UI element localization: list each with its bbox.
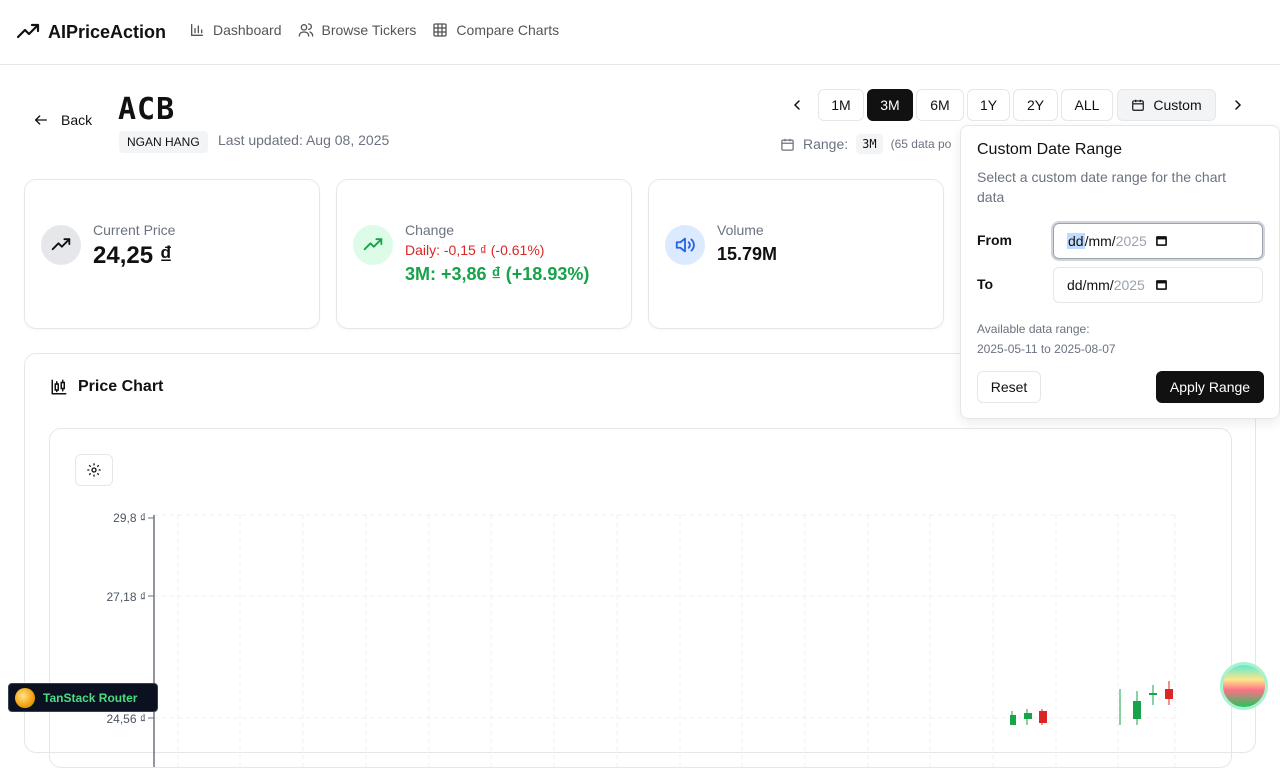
calendar-icon[interactable] xyxy=(1155,234,1168,247)
top-navbar: AIPriceAction Dashboard Browse Tickers C… xyxy=(0,0,1280,65)
candle-body xyxy=(1010,715,1016,725)
nav-browse-tickers[interactable]: Browse Tickers xyxy=(298,22,417,38)
y-tick-label: 24,56 ₫ xyxy=(106,712,146,726)
change-card: Change Daily: -0,15 ₫ (-0.61%) 3M: +3,86… xyxy=(336,179,632,329)
to-date-input[interactable]: dd/mm/2025 xyxy=(1053,267,1263,303)
period-change: 3M: +3,86 ₫ (+18.93%) xyxy=(405,264,590,284)
volume-icon xyxy=(675,237,695,253)
trending-up-icon xyxy=(16,23,40,39)
custom-date-range-popover: Custom Date Range Select a custom date r… xyxy=(960,125,1280,419)
users-icon xyxy=(298,23,313,37)
chevron-right-icon xyxy=(1235,100,1242,110)
bar-chart-icon xyxy=(191,24,203,36)
candle-body xyxy=(1133,701,1141,719)
range-info: Range: 3M (65 data po xyxy=(780,134,951,154)
brand-logo[interactable]: AIPriceAction xyxy=(16,20,166,44)
volume-label: Volume xyxy=(717,222,764,238)
range-1m-button[interactable]: 1M xyxy=(818,89,864,121)
chart-title-text: Price Chart xyxy=(78,378,164,395)
custom-label: Custom xyxy=(1153,97,1202,113)
nav-compare-charts[interactable]: Compare Charts xyxy=(432,22,559,38)
from-day-segment[interactable]: dd xyxy=(1067,233,1085,249)
trending-up-icon xyxy=(363,238,383,251)
range-prev-button[interactable] xyxy=(783,89,811,121)
range-6m-button[interactable]: 6M xyxy=(916,89,964,121)
to-year-segment[interactable]: 2025 xyxy=(1114,277,1145,293)
back-label: Back xyxy=(61,112,93,128)
trending-up-icon xyxy=(51,238,71,251)
volume-card: Volume 15.79M xyxy=(648,179,944,329)
arrow-left-icon xyxy=(35,115,47,125)
table-grid-icon xyxy=(433,23,448,37)
apply-range-button[interactable]: Apply Range xyxy=(1156,371,1264,403)
price-icon-wrap xyxy=(41,225,81,265)
chevron-left-icon xyxy=(793,100,800,110)
range-points: (65 data po xyxy=(890,137,952,151)
change-label: Change xyxy=(405,222,455,238)
volume-icon-wrap xyxy=(665,225,705,265)
y-tick-label: 29,8 ₫ xyxy=(113,511,146,525)
query-devtools-orb-icon[interactable] xyxy=(1220,662,1268,710)
price-label: Current Price xyxy=(93,222,176,238)
tanstack-logo-icon xyxy=(15,687,35,708)
reset-button[interactable]: Reset xyxy=(977,371,1041,403)
nav-dashboard-label: Dashboard xyxy=(213,22,282,38)
back-button[interactable]: Back xyxy=(33,112,92,128)
ticker-symbol: ACB xyxy=(118,92,176,127)
range-1y-button[interactable]: 1Y xyxy=(967,89,1010,121)
tanstack-router-devtools-button[interactable]: TanStack Router xyxy=(8,683,158,712)
nav-browse-label: Browse Tickers xyxy=(321,22,417,38)
range-3m-button[interactable]: 3M xyxy=(867,89,913,121)
current-price-card: Current Price 24,25 ₫ xyxy=(24,179,320,329)
volume-value: 15.79M xyxy=(717,244,778,264)
from-label: From xyxy=(977,232,1012,248)
from-date-input[interactable]: dd/mm/2025 xyxy=(1053,223,1263,259)
range-next-button[interactable] xyxy=(1224,89,1252,121)
range-label: Range: xyxy=(803,136,849,152)
from-year-segment[interactable]: 2025 xyxy=(1116,233,1147,249)
calendar-icon xyxy=(1132,99,1145,111)
range-value-chip: 3M xyxy=(856,134,883,154)
nav-dashboard[interactable]: Dashboard xyxy=(189,22,282,38)
range-2y-button[interactable]: 2Y xyxy=(1013,89,1058,121)
main-nav: Dashboard Browse Tickers Compare Charts xyxy=(189,22,559,38)
available-range-value: 2025-05-11 to 2025-08-07 xyxy=(977,342,1116,356)
y-tick-label: 27,18 ₫ xyxy=(106,590,146,604)
change-icon-wrap xyxy=(353,225,393,265)
candle-body xyxy=(1149,693,1157,695)
range-all-button[interactable]: ALL xyxy=(1061,89,1113,121)
daily-change: Daily: -0,15 ₫ (-0.61%) xyxy=(405,242,545,258)
to-month-segment[interactable]: /mm/ xyxy=(1083,277,1114,293)
last-updated: Last updated: Aug 08, 2025 xyxy=(218,132,390,148)
sector-badge: NGAN HANG xyxy=(119,131,208,153)
available-range-info: Available data range: 2025-05-11 to 2025… xyxy=(977,319,1116,359)
chart-svg: 29,8 ₫ 27,18 ₫ 24,56 ₫ xyxy=(106,511,1176,767)
candle-body xyxy=(1024,713,1032,719)
price-value: 24,25 ₫ xyxy=(93,242,173,269)
candle-body xyxy=(1165,689,1173,699)
calendar-icon xyxy=(781,138,794,151)
brand-name: AIPriceAction xyxy=(48,21,167,42)
popover-title: Custom Date Range xyxy=(977,141,1122,158)
grid-lines xyxy=(154,514,1176,767)
range-custom-button[interactable]: Custom xyxy=(1117,89,1216,121)
tanstack-label: TanStack Router xyxy=(43,690,138,705)
nav-compare-label: Compare Charts xyxy=(456,22,560,38)
candle-body xyxy=(1039,711,1047,723)
chart-title: Price Chart xyxy=(50,378,163,396)
chart-canvas[interactable]: 29,8 ₫ 27,18 ₫ 24,56 ₫ xyxy=(49,428,1232,768)
calendar-icon[interactable] xyxy=(1155,278,1168,291)
from-month-segment[interactable]: /mm/ xyxy=(1085,233,1116,249)
available-range-label: Available data range: xyxy=(977,322,1090,336)
popover-description: Select a custom date range for the chart… xyxy=(977,169,1227,205)
to-label: To xyxy=(977,276,994,292)
candlestick-icon xyxy=(51,379,67,395)
to-day-segment[interactable]: dd xyxy=(1067,277,1083,293)
